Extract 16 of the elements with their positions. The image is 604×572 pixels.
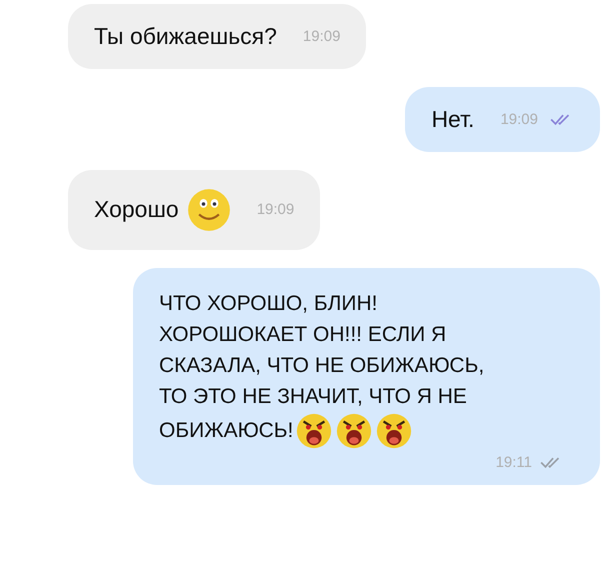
message-text: Хорошо [94,195,179,224]
message-time: 19:09 [302,28,340,45]
message-text: ХОРОШОКАЕТ ОН!!! ЕСЛИ Я [159,322,446,348]
angry-face-icon [295,412,334,450]
angry-face-icon [335,412,374,450]
message-time: 19:11 [496,454,532,470]
smiley-icon [186,188,231,232]
message-time: 19:09 [256,201,294,218]
message-time: 19:09 [500,110,538,128]
message-text: ТО ЭТО НЕ ЗНАЧИТ, ЧТО Я НЕ [159,384,467,410]
message-text: Нет. [431,104,474,134]
message-text: ЧТО ХОРОШО, БЛИН! [159,290,378,316]
message-text: СКАЗАЛА, ЧТО НЕ ОБИЖАЮСЬ, [159,352,484,378]
message-text: ОБИЖАЮСЬ! [159,418,294,444]
message-text: Ты обижаешься? [94,22,277,51]
angry-face-icon [375,412,414,450]
